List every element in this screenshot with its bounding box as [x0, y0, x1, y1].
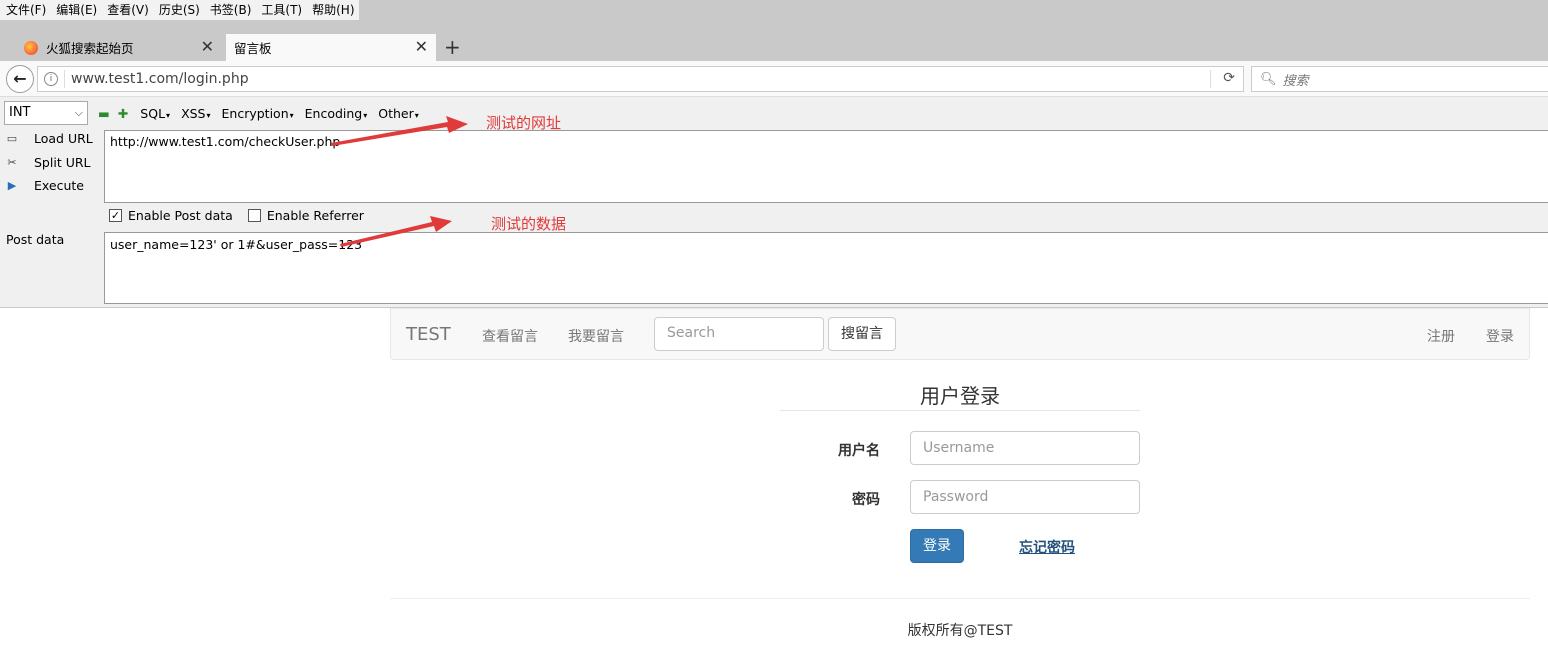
data-annotation-arrow: [340, 216, 452, 247]
site-brand[interactable]: TEST: [406, 324, 451, 345]
password-input[interactable]: Password: [910, 480, 1140, 514]
username-label: 用户名: [838, 443, 880, 459]
url-annotation-arrow: [331, 116, 468, 146]
username-input[interactable]: Username: [910, 431, 1140, 465]
search-messages-button[interactable]: 搜留言: [828, 317, 896, 351]
nav-view-messages[interactable]: 查看留言: [482, 326, 538, 346]
site-search-input[interactable]: Search: [654, 317, 824, 351]
data-annotation-text: 测试的数据: [491, 215, 567, 233]
login-title: 用户登录: [780, 380, 1140, 411]
password-label: 密码: [852, 492, 880, 508]
url-annotation-text: 测试的网址: [486, 114, 562, 132]
nav-login[interactable]: 登录: [1486, 326, 1514, 346]
nav-register[interactable]: 注册: [1427, 326, 1455, 346]
login-button[interactable]: 登录: [910, 529, 964, 563]
nav-leave-message[interactable]: 我要留言: [568, 326, 624, 346]
footer-copyright: 版权所有@TEST: [907, 623, 1013, 639]
site-navbar: TEST 查看留言 我要留言 Search 搜留言 注册 登录: [390, 308, 1530, 360]
footer-divider: [390, 598, 1530, 599]
forgot-password-link[interactable]: 忘记密码: [1019, 537, 1075, 557]
